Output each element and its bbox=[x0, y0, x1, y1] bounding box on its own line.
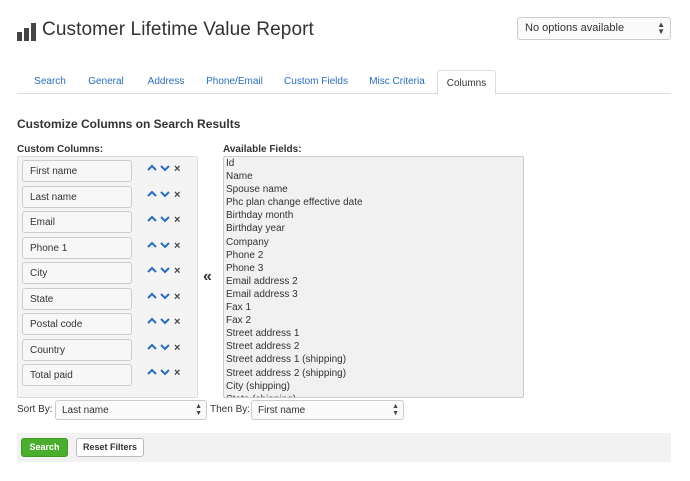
remove-column-icon[interactable]: × bbox=[174, 240, 180, 252]
available-field-option[interactable]: Phone 2 bbox=[224, 249, 523, 262]
move-up-icon[interactable] bbox=[147, 189, 157, 201]
then-by-label: Then By: bbox=[210, 404, 251, 415]
available-field-option[interactable]: Id bbox=[224, 157, 523, 170]
tab-custom-fields[interactable]: Custom Fields bbox=[281, 70, 351, 94]
select-arrows-icon: ▲ ▼ bbox=[195, 403, 202, 417]
section-title: Customize Columns on Search Results bbox=[17, 117, 241, 131]
custom-column-pill[interactable]: Email bbox=[22, 211, 132, 233]
remove-column-icon[interactable]: × bbox=[174, 189, 180, 201]
move-down-icon[interactable] bbox=[160, 316, 170, 328]
tab-phone-email[interactable]: Phone/Email bbox=[202, 70, 267, 94]
tab-address[interactable]: Address bbox=[141, 70, 191, 94]
report-select-value: No options available bbox=[525, 22, 625, 34]
available-field-option[interactable]: Birthday month bbox=[224, 209, 523, 222]
custom-column-row: Postal code × bbox=[22, 313, 194, 335]
tab-general[interactable]: General bbox=[81, 70, 131, 94]
move-up-icon[interactable] bbox=[147, 291, 157, 303]
move-up-icon[interactable] bbox=[147, 342, 157, 354]
reset-filters-button[interactable]: Reset Filters bbox=[76, 438, 144, 457]
available-field-option[interactable]: Phone 3 bbox=[224, 262, 523, 275]
move-down-icon[interactable] bbox=[160, 367, 170, 379]
report-select[interactable]: No options available ▲ ▼ bbox=[517, 17, 671, 40]
custom-column-row: Email × bbox=[22, 211, 194, 233]
move-up-icon[interactable] bbox=[147, 316, 157, 328]
move-up-icon[interactable] bbox=[147, 367, 157, 379]
sort-by-select[interactable]: Last name ▲ ▼ bbox=[55, 400, 207, 420]
sort-by-label: Sort By: bbox=[17, 404, 53, 415]
move-up-icon[interactable] bbox=[147, 163, 157, 175]
tab-bar: Search General Address Phone/Email Custo… bbox=[17, 70, 671, 95]
remove-column-icon[interactable]: × bbox=[174, 342, 180, 354]
page-title: Customer Lifetime Value Report bbox=[42, 19, 314, 40]
move-down-icon[interactable] bbox=[160, 189, 170, 201]
available-field-option[interactable]: Phc plan change effective date bbox=[224, 196, 523, 209]
custom-column-row: State × bbox=[22, 287, 194, 310]
custom-column-pill[interactable]: Total paid bbox=[22, 364, 132, 386]
move-down-icon[interactable] bbox=[160, 240, 170, 252]
move-up-icon[interactable] bbox=[147, 214, 157, 226]
available-fields-label: Available Fields: bbox=[223, 144, 302, 155]
custom-columns-label: Custom Columns: bbox=[17, 144, 104, 155]
select-arrows-icon: ▲ ▼ bbox=[657, 20, 665, 36]
available-field-option[interactable]: State (shipping) bbox=[224, 393, 523, 397]
custom-column-row: First name × bbox=[22, 160, 194, 182]
custom-column-pill[interactable]: First name bbox=[22, 160, 132, 182]
available-field-option[interactable]: Name bbox=[224, 170, 523, 183]
search-button[interactable]: Search bbox=[21, 438, 68, 457]
remove-column-icon[interactable]: × bbox=[174, 214, 180, 226]
available-field-option[interactable]: Spouse name bbox=[224, 183, 523, 196]
remove-column-icon[interactable]: × bbox=[174, 265, 180, 277]
move-down-icon[interactable] bbox=[160, 214, 170, 226]
tab-search[interactable]: Search bbox=[25, 70, 75, 94]
available-field-option[interactable]: Email address 2 bbox=[224, 275, 523, 288]
available-field-option[interactable]: Birthday year bbox=[224, 222, 523, 235]
custom-column-pill[interactable]: Phone 1 bbox=[22, 236, 132, 259]
available-fields-list[interactable]: Id Name Spouse name Phc plan change effecti… bbox=[223, 156, 524, 398]
move-down-icon[interactable] bbox=[160, 265, 170, 277]
custom-column-row: Country × bbox=[22, 338, 194, 361]
available-field-option[interactable]: Fax 1 bbox=[224, 301, 523, 314]
move-down-icon[interactable] bbox=[160, 342, 170, 354]
available-field-option[interactable]: Street address 1 (shipping) bbox=[224, 353, 523, 366]
then-by-value: First name bbox=[258, 405, 306, 416]
then-by-select[interactable]: First name ▲ ▼ bbox=[251, 400, 404, 420]
custom-column-row: City × bbox=[22, 262, 194, 284]
custom-columns-list: First name × Last name × Email × Phone 1 × City ×… bbox=[17, 156, 198, 398]
remove-column-icon[interactable]: × bbox=[174, 291, 180, 303]
available-field-option[interactable]: City (shipping) bbox=[224, 380, 523, 393]
custom-column-pill[interactable]: State bbox=[22, 287, 132, 310]
custom-column-pill[interactable]: Last name bbox=[22, 185, 132, 208]
custom-column-pill[interactable]: Postal code bbox=[22, 313, 132, 335]
move-down-icon[interactable] bbox=[160, 291, 170, 303]
custom-column-row: Total paid × bbox=[22, 364, 194, 386]
custom-column-row: Phone 1 × bbox=[22, 236, 194, 259]
available-field-option[interactable]: Email address 3 bbox=[224, 288, 523, 301]
available-field-option[interactable]: Street address 2 bbox=[224, 340, 523, 353]
custom-column-row: Last name × bbox=[22, 185, 194, 208]
available-field-option[interactable]: Street address 2 (shipping) bbox=[224, 367, 523, 380]
add-column-button[interactable]: « bbox=[203, 268, 212, 286]
select-arrows-icon: ▲ ▼ bbox=[392, 403, 399, 417]
tab-columns[interactable]: Columns bbox=[437, 70, 496, 95]
move-up-icon[interactable] bbox=[147, 265, 157, 277]
bar-chart-logo-icon bbox=[17, 23, 37, 41]
remove-column-icon[interactable]: × bbox=[174, 367, 180, 379]
sort-by-value: Last name bbox=[62, 405, 109, 416]
available-field-option[interactable]: Company bbox=[224, 236, 523, 249]
available-field-option[interactable]: Street address 1 bbox=[224, 327, 523, 340]
move-up-icon[interactable] bbox=[147, 240, 157, 252]
move-down-icon[interactable] bbox=[160, 163, 170, 175]
custom-column-pill[interactable]: Country bbox=[22, 338, 132, 361]
available-field-option[interactable]: Fax 2 bbox=[224, 314, 523, 327]
custom-column-pill[interactable]: City bbox=[22, 262, 132, 284]
tab-misc-criteria[interactable]: Misc Criteria bbox=[363, 70, 431, 94]
remove-column-icon[interactable]: × bbox=[174, 316, 180, 328]
remove-column-icon[interactable]: × bbox=[174, 163, 180, 175]
